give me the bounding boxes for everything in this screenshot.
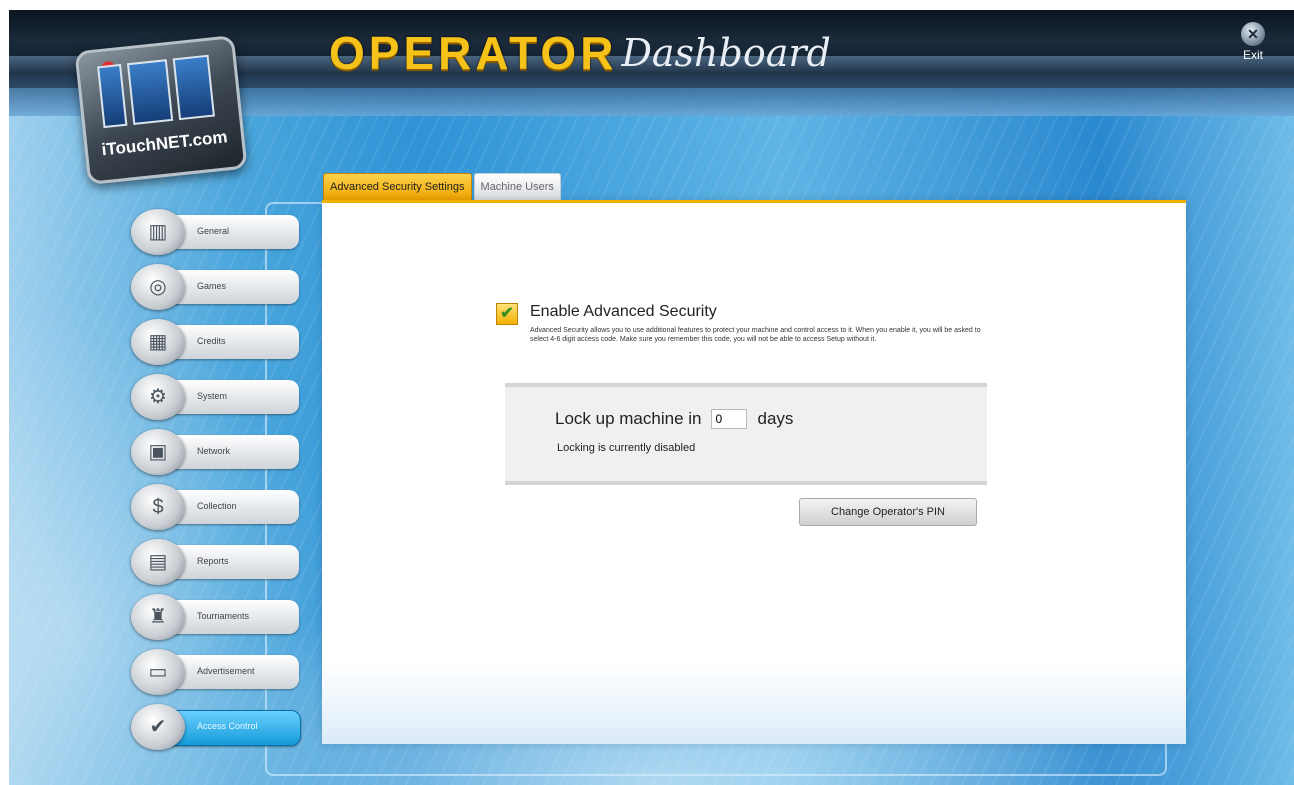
close-icon: ✕: [1241, 22, 1265, 46]
app-title-main: OPERATOR: [329, 27, 618, 79]
sidebar-item-label: Games: [197, 281, 227, 291]
security-title: Enable Advanced Security: [530, 303, 717, 320]
sidebar-item-button: [171, 380, 299, 414]
lock-prefix-label: Lock up machine in: [555, 409, 702, 428]
app-title-script: Dashboard: [621, 31, 831, 75]
sidebar-item-label: Tournaments: [197, 611, 250, 621]
logo-mark: [97, 54, 215, 129]
sidebar-item-access-control[interactable]: ✔ Access Control: [131, 704, 301, 750]
sidebar-item-button: [171, 325, 299, 359]
sidebar-item-system[interactable]: ⚙ System: [131, 374, 301, 420]
sidebar-item-label: Advertisement: [197, 666, 255, 676]
sidebar-item-tournaments[interactable]: ♜ Tournaments: [131, 594, 301, 640]
sidebar-item-label: General: [197, 226, 230, 236]
cabinet-icon: ▥: [131, 209, 185, 255]
sidebar-item-button: [171, 270, 299, 304]
itouchnet-logo: iTouchNET.com: [74, 35, 248, 185]
system-icon: ⚙: [131, 374, 185, 420]
operator-dashboard: iTouchNET.com OPERATOR Dashboard ✕ Exit …: [9, 10, 1294, 785]
security-description: Advanced Security allows you to use addi…: [530, 327, 981, 343]
sidebar-item-general[interactable]: ▥ General: [131, 209, 301, 255]
settings-panel: ✔ Enable Advanced Security Advanced Secu…: [322, 200, 1186, 744]
sidebar-item-button: [171, 545, 299, 579]
exit-button[interactable]: ✕ Exit: [1231, 22, 1275, 62]
lock-days-input[interactable]: [711, 409, 748, 429]
sidebar-item-network[interactable]: ▣ Network: [131, 429, 301, 475]
trophy-icon: ♜: [131, 594, 185, 640]
exit-label: Exit: [1242, 48, 1263, 62]
reports-icon: ▤: [131, 539, 185, 585]
sidebar-item-button: [171, 435, 299, 469]
sidebar-item-collection[interactable]: $ Collection: [131, 484, 301, 530]
sidebar-item-games[interactable]: ◎ Games: [131, 264, 301, 310]
tab-machine-users[interactable]: Machine Users: [473, 173, 561, 201]
tab-advanced-security-settings[interactable]: Advanced Security Settings: [323, 173, 472, 201]
sidebar-item-advertisement[interactable]: ▭ Advertisement: [131, 649, 301, 695]
sidebar-item-reports[interactable]: ▤ Reports: [131, 539, 301, 585]
sidebar-item-label: Network: [197, 446, 231, 456]
sidebar-item-label: Reports: [197, 556, 229, 566]
access-control-icon: ✔: [131, 704, 185, 750]
sidebar-item-credits[interactable]: ▦ Credits: [131, 319, 301, 365]
dollar-icon: $: [131, 484, 185, 530]
sidebar-item-label: System: [197, 391, 228, 401]
tab-bar: Advanced Security Settings Machine Users: [323, 173, 561, 201]
sidebar-item-label: Collection: [197, 501, 237, 511]
change-pin-button[interactable]: Change Operator's PIN: [799, 498, 977, 526]
sidebar-item-label: Access Control: [197, 721, 258, 731]
games-icon: ◎: [131, 264, 185, 310]
logo-text: iTouchNET.com: [100, 127, 229, 160]
lock-box: Lock up machine in days Locking is curre…: [505, 383, 987, 485]
app-title: OPERATOR Dashboard: [329, 26, 831, 76]
enable-security-checkbox[interactable]: ✔: [496, 303, 518, 325]
credits-icon: ▦: [131, 319, 185, 365]
lock-row: Lock up machine in days: [555, 409, 793, 429]
network-icon: ▣: [131, 429, 185, 475]
sidebar-item-button: [171, 215, 299, 249]
lock-status: Locking is currently disabled: [557, 442, 696, 454]
sidebar-item-label: Credits: [197, 336, 226, 346]
lock-suffix-label: days: [757, 409, 794, 428]
advertisement-icon: ▭: [131, 649, 185, 695]
